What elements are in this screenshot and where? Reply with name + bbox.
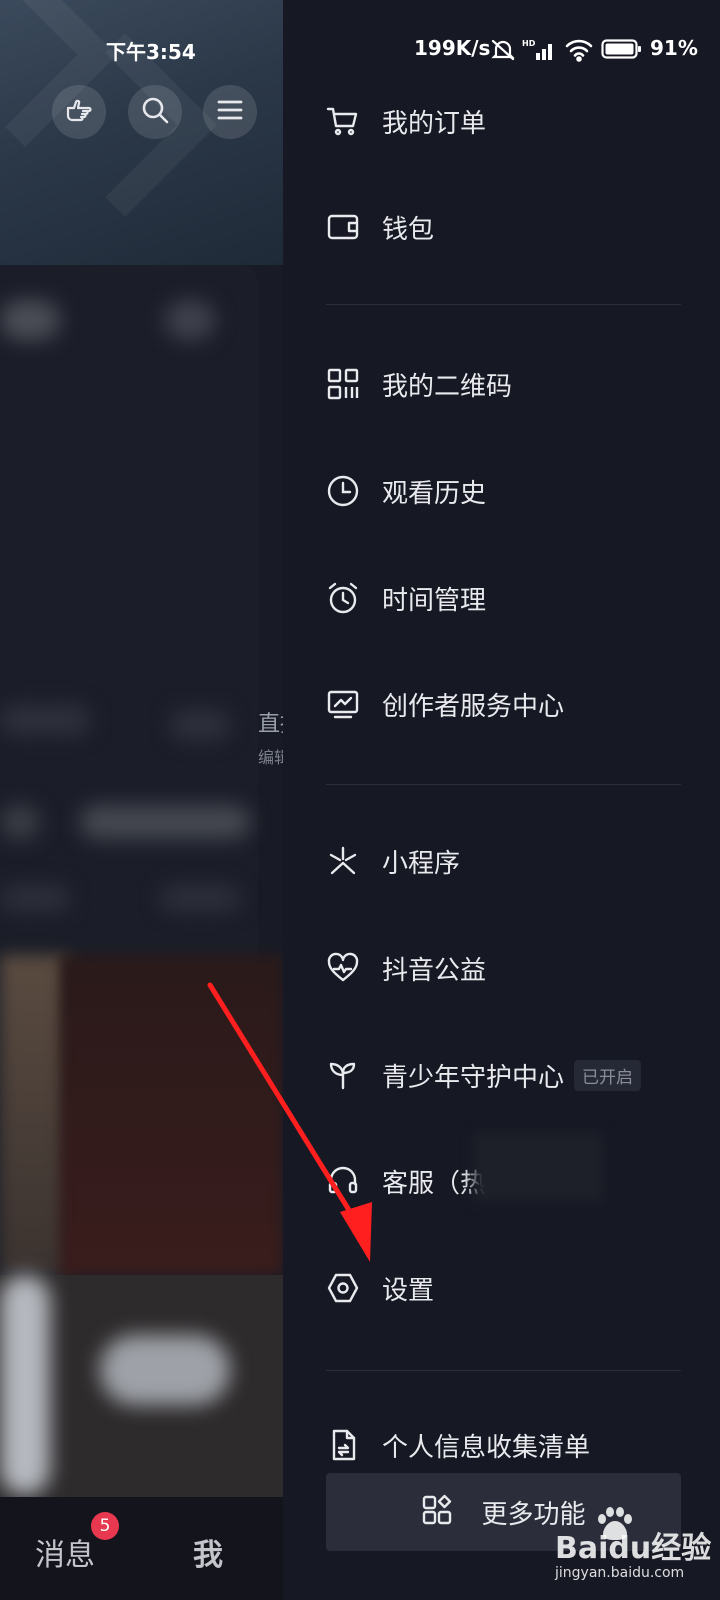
watermark-url: jingyan.baidu.com	[555, 1565, 685, 1581]
wifi-icon	[565, 38, 593, 66]
watermark: Baidu经验 jingyan.baidu.com	[555, 1505, 720, 1600]
nav-messages[interactable]: 消息	[35, 1530, 95, 1574]
nav-me[interactable]: 我	[193, 1530, 223, 1574]
headset-icon	[326, 1164, 360, 1198]
partial-text: 直播	[258, 712, 283, 737]
wallet-icon	[326, 210, 360, 244]
sprout-icon	[326, 1058, 360, 1092]
status-network-speed: 199K/s	[414, 36, 491, 60]
menu-item-label: 创作者服务中心	[382, 691, 565, 722]
clock-icon	[326, 474, 360, 508]
menu-item-label: 设置	[382, 1275, 435, 1306]
side-drawer: 我的订单 钱包 我的二维码 观看历史 时间管理 创作者服务中心 小程序 抖音公益…	[283, 0, 720, 1600]
menu-item-mini-programs[interactable]: 小程序	[326, 826, 686, 896]
menu-item-orders[interactable]: 我的订单	[326, 86, 686, 156]
chart-monitor-icon	[326, 687, 360, 721]
divider	[326, 1370, 681, 1371]
grid-icon	[421, 1494, 453, 1530]
menu-item-label: 青少年守护中心	[382, 1062, 565, 1093]
menu-item-time-management[interactable]: 时间管理	[326, 563, 686, 633]
divider	[326, 304, 681, 305]
menu-item-label: 小程序	[382, 848, 461, 879]
mute-bell-icon	[490, 38, 516, 66]
settings-icon	[326, 1271, 360, 1305]
menu-item-label: 客服（热	[382, 1168, 487, 1199]
mini-program-icon	[326, 844, 360, 878]
menu-item-wallet[interactable]: 钱包	[326, 192, 686, 262]
divider	[326, 784, 681, 785]
background-profile-page: 直播 编辑 消息 5 我	[0, 0, 283, 1600]
messages-badge: 5	[91, 1512, 119, 1540]
status-battery: 91%	[650, 36, 698, 60]
menu-item-qr-code[interactable]: 我的二维码	[326, 349, 686, 419]
menu-item-creator-center[interactable]: 创作者服务中心	[326, 669, 686, 739]
menu-item-teen-protection[interactable]: 青少年守护中心 已开启	[326, 1040, 686, 1110]
menu-item-label: 观看历史	[382, 478, 487, 509]
status-time: 下午3:54	[106, 40, 196, 64]
menu-item-settings[interactable]: 设置	[326, 1253, 686, 1323]
menu-item-label: 时间管理	[382, 585, 487, 616]
battery-icon	[601, 38, 643, 64]
menu-item-label: 抖音公益	[382, 955, 487, 986]
menu-item-personal-info-list[interactable]: 个人信息收集清单	[326, 1410, 686, 1480]
hand-pointer-icon	[63, 94, 95, 130]
svg-text:HD: HD	[522, 39, 536, 48]
cart-icon	[326, 104, 360, 138]
menu-item-charity[interactable]: 抖音公益	[326, 933, 686, 1003]
watermark-text: Baidu经验	[555, 1531, 712, 1566]
menu-item-label: 我的二维码	[382, 371, 513, 402]
search-button[interactable]	[128, 85, 182, 139]
screen: 直播 编辑 消息 5 我 我的订单 钱包	[0, 0, 720, 1600]
search-icon	[140, 95, 170, 129]
menu-button[interactable]	[203, 85, 257, 139]
partial-text: 编辑	[258, 748, 283, 767]
blurred-video-thumbnail	[60, 955, 283, 1275]
menu-item-label: 钱包	[382, 214, 435, 245]
blurred-video-thumbnail	[0, 1275, 283, 1500]
menu-item-label: 我的订单	[382, 108, 487, 139]
alarm-icon	[326, 581, 360, 615]
menu-icon	[216, 98, 244, 126]
menu-item-history[interactable]: 观看历史	[326, 456, 686, 526]
menu-item-label: 个人信息收集清单	[382, 1432, 591, 1463]
qr-code-icon	[326, 367, 360, 401]
heart-icon	[326, 951, 360, 985]
status-badge: 已开启	[574, 1059, 642, 1091]
redacted-area	[473, 1132, 603, 1202]
hd-signal-icon: HD	[522, 38, 556, 66]
hand-pointer-button[interactable]	[52, 85, 106, 139]
document-icon	[326, 1428, 360, 1462]
